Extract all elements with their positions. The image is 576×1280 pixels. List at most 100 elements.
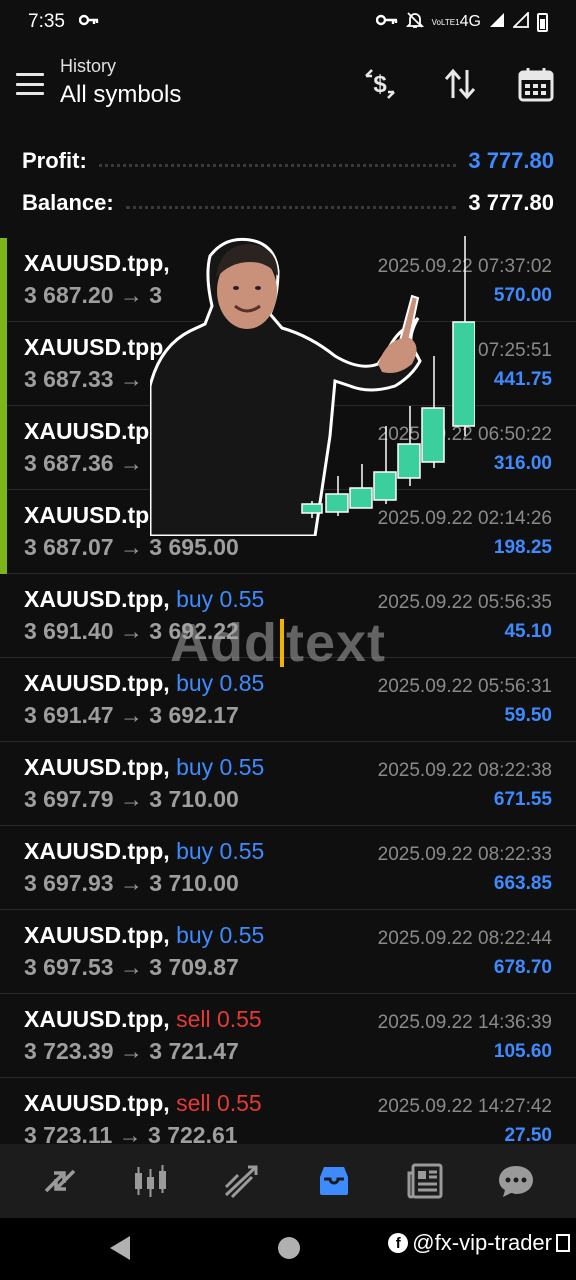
trade-symbol: XAUUSD.tpp	[24, 334, 164, 360]
add-text-placeholder[interactable]: Add text	[170, 612, 386, 674]
trade-symbol: XAUUSD.tpp	[24, 502, 164, 528]
quotes-icon[interactable]	[35, 1156, 85, 1206]
status-bar: 7:35 VoLTE1 4G	[0, 0, 576, 44]
trade-profit: 678.70	[493, 957, 552, 978]
trade-time: 2025.09.22 06:50:22	[377, 424, 552, 445]
trade-prices: 3 697.93 → 3 710.00	[24, 870, 239, 896]
key-icon	[78, 13, 99, 31]
trade-side: buy 0.55	[176, 838, 265, 864]
trade-profit: 663.85	[493, 873, 552, 894]
trade-profit: 45.10	[504, 621, 552, 642]
watermark-text: @fx-vip-trader	[412, 1230, 552, 1255]
trade-profit: 441.75	[493, 369, 552, 390]
facebook-icon: f	[388, 1233, 409, 1253]
volte-icon: VoLTE1	[431, 17, 460, 27]
home-icon[interactable]	[278, 1237, 300, 1259]
balance-label: Balance:	[22, 190, 114, 215]
messages-icon[interactable]	[491, 1156, 541, 1206]
flag-icon	[556, 1234, 570, 1252]
trade-time: 2025.09.22 05:56:35	[377, 592, 552, 613]
signal-icon	[489, 12, 505, 33]
trade-time: 2025.09.22 08:22:33	[377, 844, 552, 865]
trade-time: 2025.09.22 02:14:26	[377, 508, 552, 529]
trade-history-list[interactable]: XAUUSD.tpp, 3 687.20 → 3 2025.09.22 07:3…	[0, 238, 576, 1144]
trade-row[interactable]: XAUUSD.tpp, sell 0.55 3 723.39 → 3 721.4…	[0, 994, 576, 1078]
system-nav-bar: f @fx-vip-trader	[0, 1218, 576, 1280]
profit-indicator	[0, 322, 7, 406]
divider-dots	[125, 205, 457, 209]
trade-prices: 3 687.20 → 3	[24, 282, 163, 308]
app-bar: History All symbols $	[0, 50, 576, 130]
trade-profit: 570.00	[493, 285, 552, 306]
currency-exchange-icon[interactable]: $	[360, 64, 400, 104]
trade-prices: 3 691.47 → 3 692.17	[24, 702, 239, 728]
trade-symbol: XAUUSD.tpp, buy 0.55	[24, 754, 265, 780]
profit-indicator	[0, 238, 7, 322]
menu-icon[interactable]	[16, 73, 44, 95]
svg-text:$: $	[373, 71, 387, 98]
calendar-icon[interactable]	[516, 64, 556, 104]
profit-value: 3 777.80	[468, 148, 554, 173]
status-icons: VoLTE1 4G	[375, 10, 548, 34]
trade-row[interactable]: XAUUSD.tpp 3 687.33 → 07:25:51 441.75	[0, 322, 576, 406]
trade-side: sell 0.55	[176, 1090, 262, 1116]
trade-symbol: XAUUSD.tpp,	[24, 250, 170, 276]
trade-profit: 198.25	[493, 537, 552, 558]
network-type: 4G	[459, 13, 481, 30]
trade-profit: 59.50	[504, 705, 552, 726]
trade-time: 2025.09.22 05:56:31	[377, 676, 552, 697]
trade-symbol: XAUUSD.tpp, buy 0.55	[24, 586, 265, 612]
trade-row[interactable]: XAUUSD.tpp, sell 0.55 3 723.11 → 3 722.6…	[0, 1078, 576, 1144]
trade-time: 2025.09.22 08:22:38	[377, 760, 552, 781]
header-titles: History All symbols	[60, 56, 181, 109]
trade-time: 2025.09.22 14:27:42	[377, 1096, 552, 1117]
balance-value: 3 777.80	[468, 190, 554, 215]
signal-icon-2	[511, 10, 529, 33]
trade-prices: 3 723.39 → 3 721.47	[24, 1038, 239, 1064]
trade-time: 2025.09.22 14:36:39	[377, 1012, 552, 1033]
trade-prices: 3 697.53 → 3 709.87	[24, 954, 239, 980]
trade-row[interactable]: XAUUSD.tpp, buy 0.55 3 697.93 → 3 710.00…	[0, 826, 576, 910]
trade-side: buy 0.55	[176, 922, 265, 948]
trade-row[interactable]: XAUUSD.tpp, 3 687.20 → 3 2025.09.22 07:3…	[0, 238, 576, 322]
account-summary: Profit: 3 777.80 Balance: 3 777.80	[0, 140, 576, 224]
back-icon[interactable]	[110, 1236, 130, 1260]
chart-icon[interactable]	[126, 1156, 176, 1206]
trade-profit: 671.55	[493, 789, 552, 810]
mute-icon	[405, 11, 424, 34]
trade-prices: 3 697.79 → 3 710.00	[24, 786, 239, 812]
trade-profit: 27.50	[504, 1125, 552, 1144]
trade-profit: 316.00	[493, 453, 552, 474]
trade-symbol: XAUUSD.tpp, buy 0.85	[24, 670, 265, 696]
trade-time: 07:25:51	[478, 340, 552, 361]
trade-prices: 3 723.11 → 3 722.61	[24, 1122, 238, 1144]
battery-icon	[537, 12, 548, 32]
profit-row: Profit: 3 777.80	[0, 140, 576, 182]
news-icon[interactable]	[400, 1156, 450, 1206]
trade-side: sell 0.55	[176, 1006, 262, 1032]
trade-symbol: XAUUSD.tpp, sell 0.55	[24, 1006, 262, 1032]
trade-prices: 3 687.36 →	[24, 450, 143, 476]
trade-row[interactable]: XAUUSD.tpp 3 687.36 → 2025.09.22 06:50:2…	[0, 406, 576, 490]
bottom-nav	[0, 1144, 576, 1218]
trade-profit: 105.60	[493, 1041, 552, 1062]
trade-symbol: XAUUSD.tpp, buy 0.55	[24, 838, 265, 864]
sort-icon[interactable]	[440, 64, 480, 104]
vpn-key-icon	[375, 13, 398, 31]
trade-side: buy 0.55	[176, 586, 265, 612]
trade-icon[interactable]	[217, 1156, 267, 1206]
history-icon[interactable]	[309, 1156, 359, 1206]
profit-indicator	[0, 490, 7, 574]
trade-symbol: XAUUSD.tpp, buy 0.55	[24, 922, 265, 948]
balance-row: Balance: 3 777.80	[0, 182, 576, 224]
profit-label: Profit:	[22, 148, 87, 173]
trade-symbol: XAUUSD.tpp	[24, 418, 164, 444]
trade-side: buy 0.55	[176, 754, 265, 780]
trade-time: 2025.09.22 07:37:02	[377, 256, 552, 277]
trade-prices: 3 687.07 → 3 695.00	[24, 534, 239, 560]
trade-prices: 3 687.33 →	[24, 366, 143, 392]
trade-row[interactable]: XAUUSD.tpp, buy 0.55 3 697.53 → 3 709.87…	[0, 910, 576, 994]
header-title[interactable]: All symbols	[60, 81, 181, 109]
trade-row[interactable]: XAUUSD.tpp 3 687.07 → 3 695.00 2025.09.2…	[0, 490, 576, 574]
trade-row[interactable]: XAUUSD.tpp, buy 0.55 3 697.79 → 3 710.00…	[0, 742, 576, 826]
